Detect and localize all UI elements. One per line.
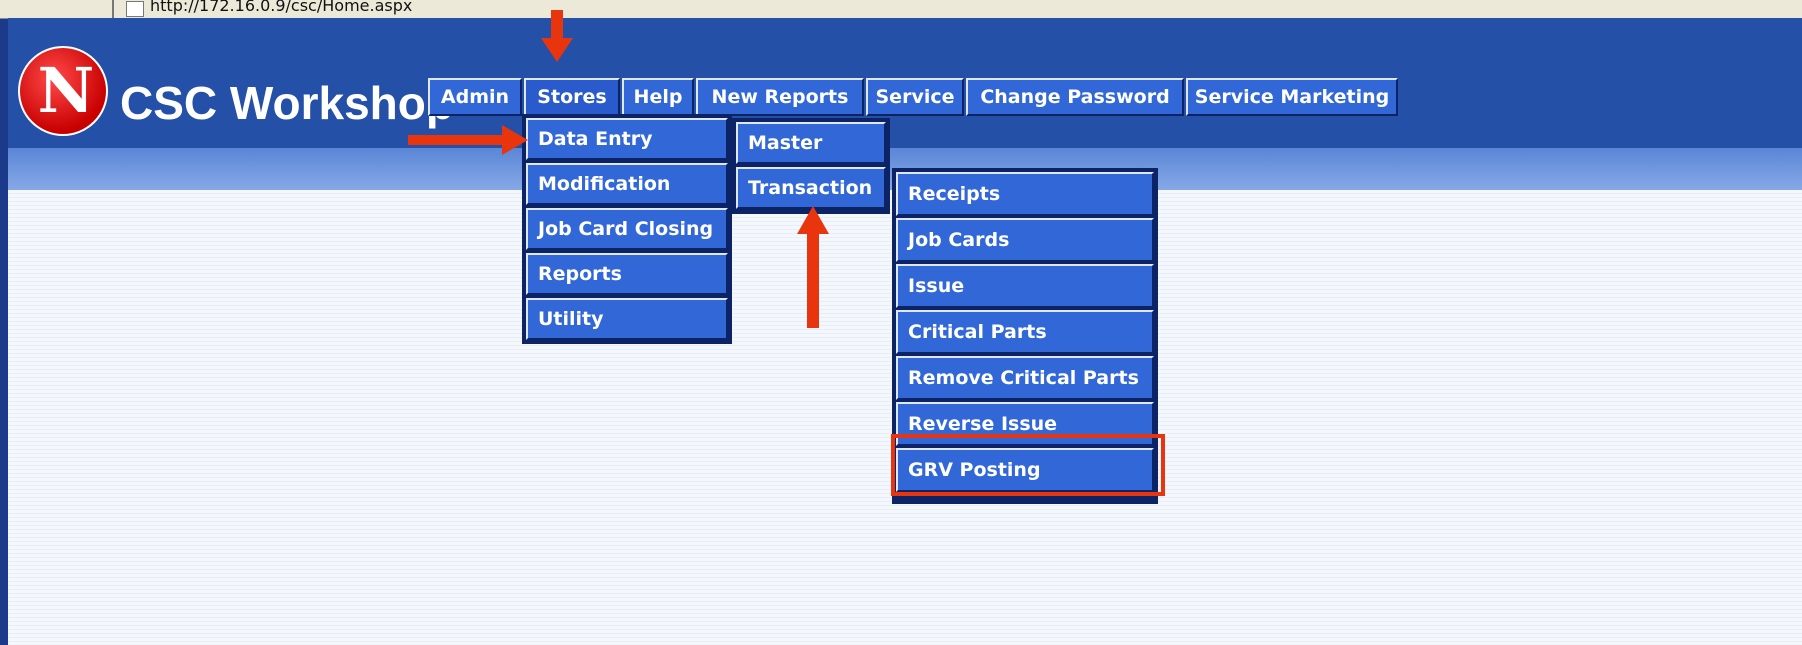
menu-item-data-entry[interactable]: Data Entry xyxy=(526,118,728,160)
app-title: CSC Workshop xyxy=(120,77,454,129)
annotation-arrow-up-shaft xyxy=(807,232,819,328)
menu-item-remove-critical-parts[interactable]: Remove Critical Parts xyxy=(896,356,1154,400)
browser-address-bar[interactable]: http://172.16.0.9/csc/Home.aspx xyxy=(0,0,1802,19)
tab-service[interactable]: Service xyxy=(866,78,964,116)
annotation-arrow-down-icon xyxy=(541,38,573,62)
annotation-arrow-right-shaft xyxy=(408,135,504,145)
menu-item-modification[interactable]: Modification xyxy=(526,163,728,205)
annotation-arrow-down-shaft xyxy=(551,10,563,40)
tab-admin[interactable]: Admin xyxy=(428,78,522,116)
grv-posting-highlight xyxy=(891,434,1165,496)
menu-item-transaction[interactable]: Transaction xyxy=(736,167,886,209)
browser-viewport: N CSC Workshop Admin Stores Help New Rep… xyxy=(8,18,1802,645)
menu-item-master[interactable]: Master xyxy=(736,122,886,164)
menu-item-job-cards[interactable]: Job Cards xyxy=(896,218,1154,262)
tab-new-reports[interactable]: New Reports xyxy=(696,78,864,116)
tab-stores[interactable]: Stores xyxy=(524,78,620,116)
page-icon xyxy=(126,1,144,17)
tab-change-password[interactable]: Change Password xyxy=(966,78,1184,116)
screen-frame: http://172.16.0.9/csc/Home.aspx N CSC Wo… xyxy=(0,0,1802,645)
address-separator xyxy=(112,0,114,18)
address-url[interactable]: http://172.16.0.9/csc/Home.aspx xyxy=(150,0,412,15)
tab-help[interactable]: Help xyxy=(622,78,694,116)
menu-item-job-card-closing[interactable]: Job Card Closing xyxy=(526,208,728,250)
annotation-arrow-up-icon xyxy=(797,206,829,234)
menu-item-issue[interactable]: Issue xyxy=(896,264,1154,308)
logo-letter: N xyxy=(37,54,95,127)
logo-icon: N xyxy=(18,46,108,136)
tab-service-marketing[interactable]: Service Marketing xyxy=(1186,78,1398,116)
menu-item-utility[interactable]: Utility xyxy=(526,298,728,340)
menu-item-receipts[interactable]: Receipts xyxy=(896,172,1154,216)
annotation-arrow-right-icon xyxy=(502,125,528,155)
menu-item-critical-parts[interactable]: Critical Parts xyxy=(896,310,1154,354)
app-header: N CSC Workshop Admin Stores Help New Rep… xyxy=(8,18,1802,148)
menu-item-reports[interactable]: Reports xyxy=(526,253,728,295)
